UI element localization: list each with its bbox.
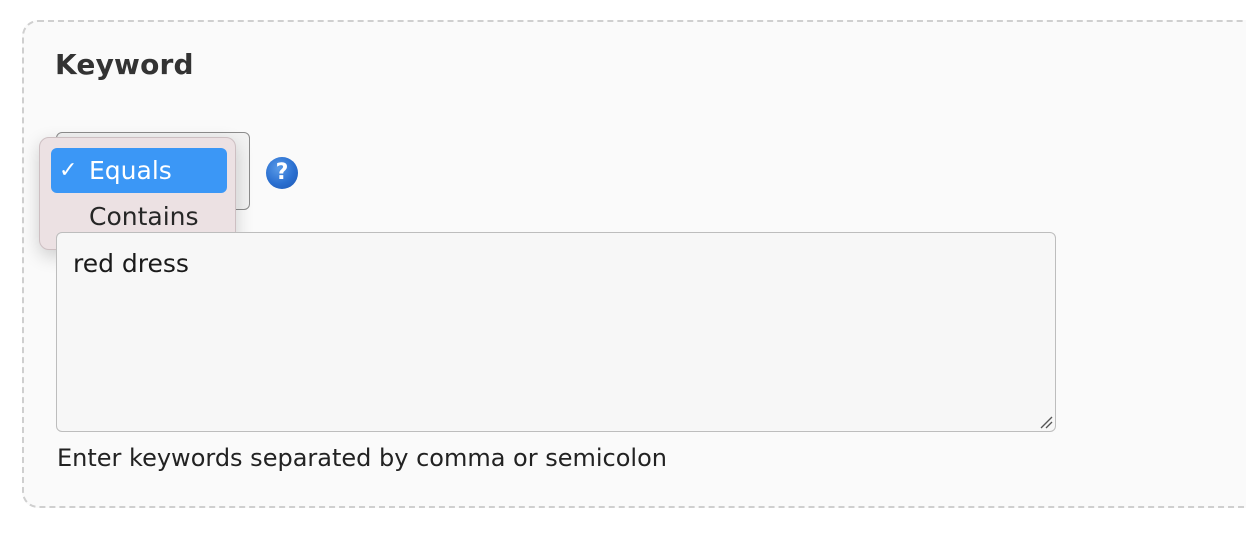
keywords-hint: Enter keywords separated by comma or sem… xyxy=(57,444,667,472)
keywords-textarea[interactable]: red dress xyxy=(56,232,1056,432)
menu-option-equals[interactable]: ✓ Equals xyxy=(51,148,227,193)
question-circle-icon[interactable]: ? xyxy=(266,157,298,189)
menu-option-label: Equals xyxy=(89,156,172,185)
resize-handle-icon[interactable] xyxy=(1037,413,1053,429)
checkmark-icon: ✓ xyxy=(59,158,78,183)
section-title: Keyword xyxy=(55,48,194,81)
keywords-value: red dress xyxy=(73,249,189,278)
